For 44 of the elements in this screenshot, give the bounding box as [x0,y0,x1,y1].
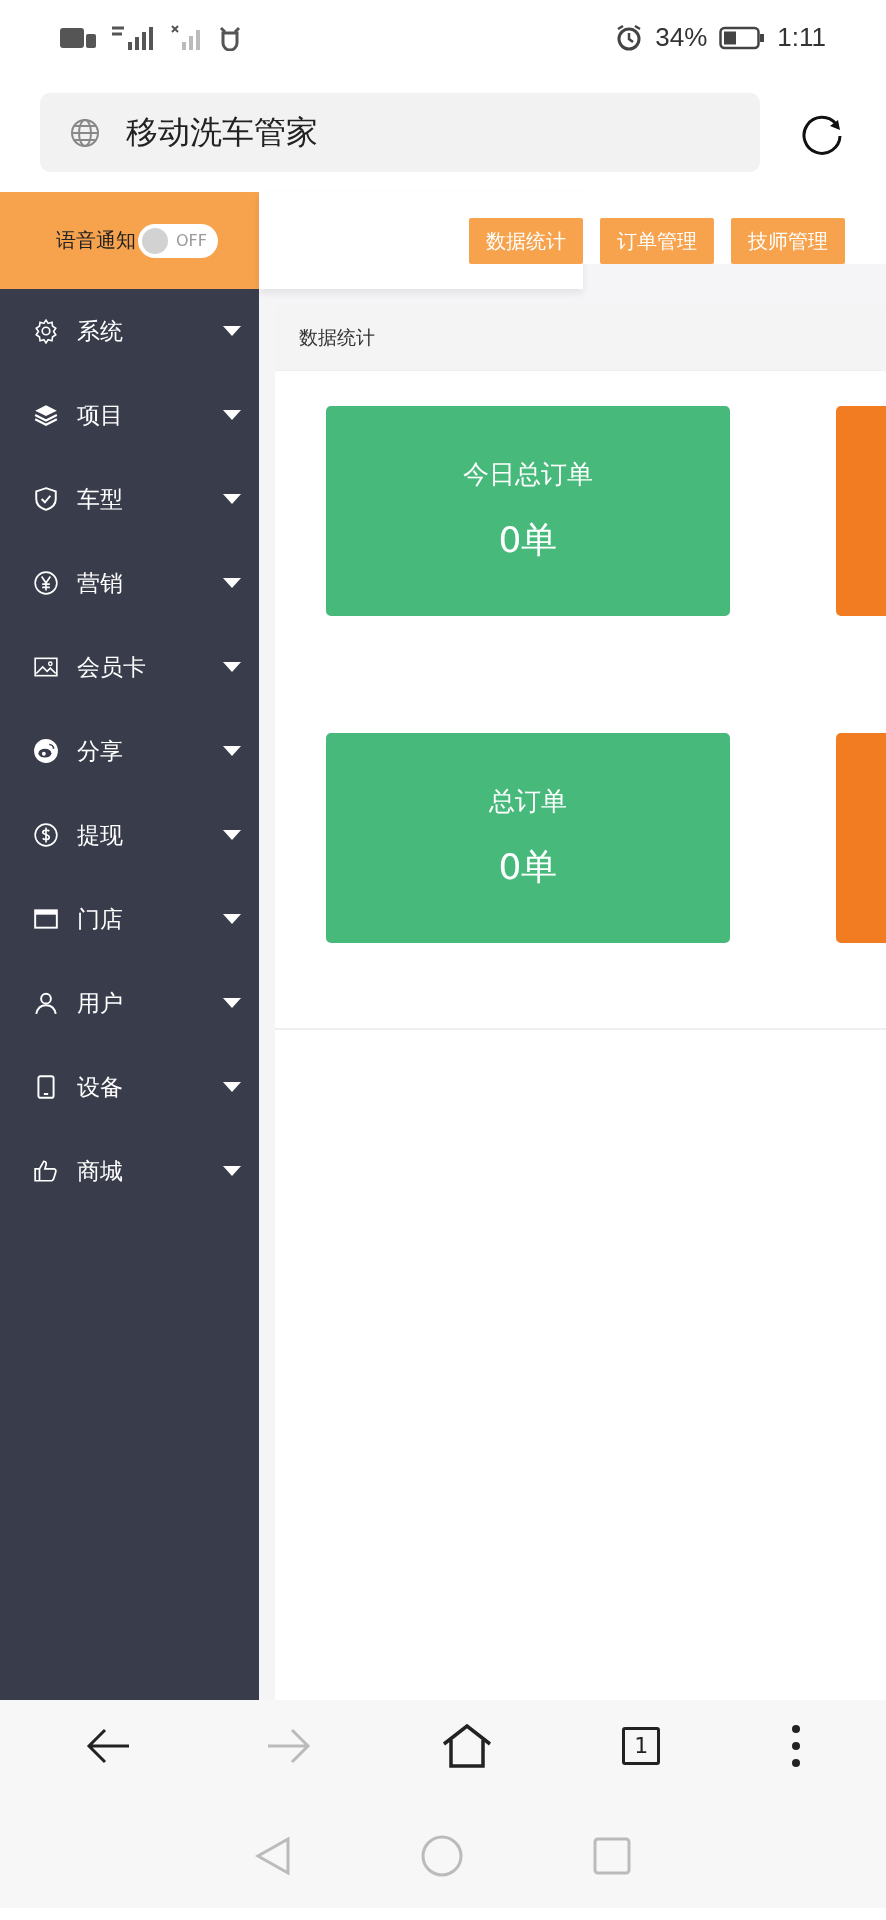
user-icon [33,990,59,1016]
globe-icon [70,117,100,148]
window-icon [33,906,59,932]
address-field[interactable]: 移动洗车管家 [40,93,760,172]
battery-icon [719,25,766,50]
caret-icon [223,578,241,588]
caret-icon [223,1082,241,1092]
sidebar-item[interactable]: 营销 [0,541,259,625]
caret-icon [223,494,241,504]
layers-icon [33,402,59,428]
sidebar-item[interactable]: 用户 [0,961,259,1045]
caret-icon [223,410,241,420]
caret-icon [223,998,241,1008]
battery-percent: 34% [655,22,708,53]
more-icon[interactable] [790,1723,801,1768]
sidebar-item[interactable]: 车型 [0,457,259,541]
sidebar-item[interactable]: 商城 [0,1129,259,1213]
yen-icon [33,570,59,596]
caret-icon [223,830,241,840]
caret-icon [223,746,241,756]
stat-value: 0单 [498,845,558,889]
stat-title: 今日总订单 [463,458,593,491]
caret-icon [223,1166,241,1176]
panel-title: 数据统计 [275,306,886,371]
caret-icon [223,662,241,672]
sidebar-item[interactable]: 项目 [0,373,259,457]
sidebar-item[interactable]: 系统 [0,289,259,373]
sidebar-item[interactable]: 分享 [0,709,259,793]
thumb-icon [33,1158,59,1184]
dollar-icon [33,822,59,848]
caret-icon [223,326,241,336]
shield-icon [33,486,59,512]
stat-title: 总订单 [489,785,567,818]
tabs-button[interactable]: 1 [622,1726,661,1765]
sidebar-item[interactable]: 设备 [0,1045,259,1129]
sidebar-item[interactable]: 会员卡 [0,625,259,709]
gear-icon [33,318,59,344]
voice-notice-label: 语音通知 [56,227,136,254]
home-icon[interactable] [441,1723,492,1768]
caret-icon [223,914,241,924]
sidebar-item[interactable]: 门店 [0,877,259,961]
clock-time: 1:11 [777,22,826,53]
sidebar-item[interactable]: 提现 [0,793,259,877]
stat-value: 0单 [498,518,558,562]
